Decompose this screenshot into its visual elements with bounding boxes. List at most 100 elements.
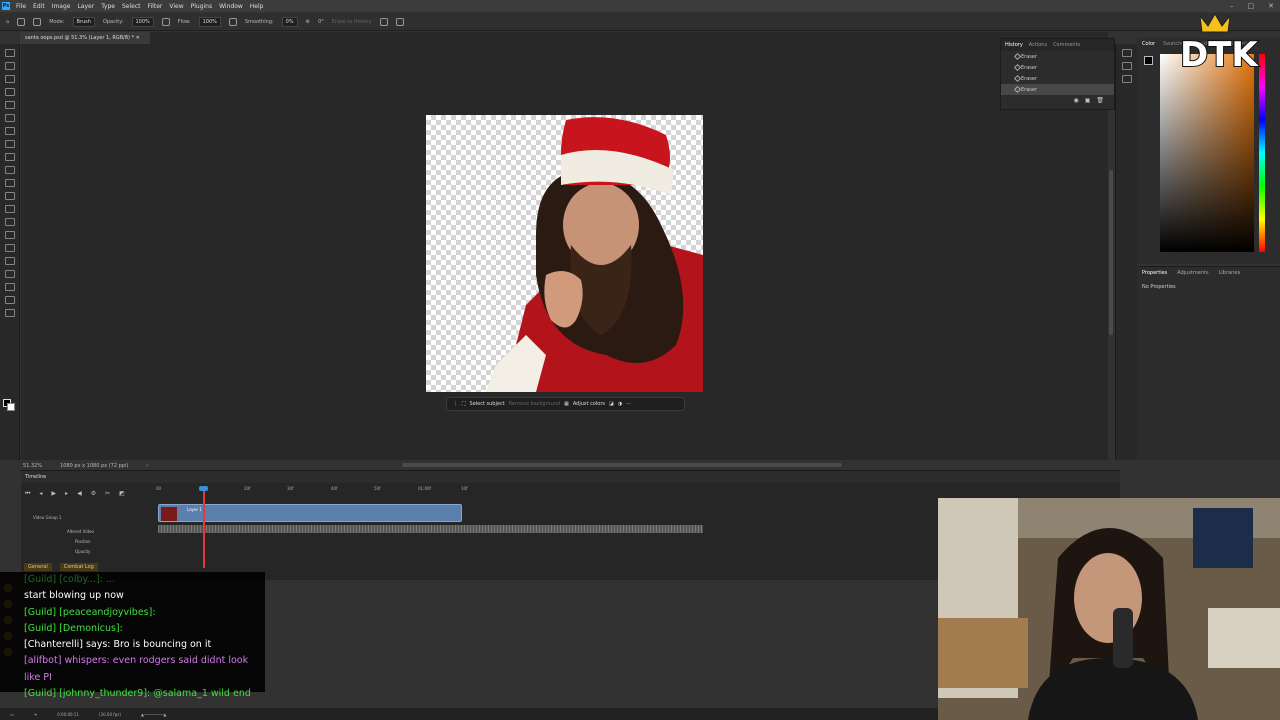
menu-window[interactable]: Window: [219, 3, 243, 10]
pen-tool-icon[interactable]: [4, 244, 15, 252]
menu-image[interactable]: Image: [52, 3, 71, 10]
tab-properties[interactable]: Properties: [1142, 270, 1167, 276]
zoom-slider[interactable]: ▲────────▲: [141, 712, 166, 717]
comments-panel-icon[interactable]: [1121, 75, 1132, 83]
vertical-scrollbar[interactable]: [1109, 170, 1113, 335]
tab-color[interactable]: Color: [1142, 41, 1155, 47]
tab-combat-log[interactable]: Combat Log: [59, 563, 98, 571]
menu-plugins[interactable]: Plugins: [191, 3, 213, 10]
history-item[interactable]: Eraser: [1001, 73, 1114, 84]
menu-view[interactable]: View: [169, 3, 183, 10]
brush-preset-icon[interactable]: [33, 17, 42, 26]
actions-panel-icon[interactable]: [1121, 62, 1132, 70]
document-tab[interactable]: santa oops.psd @ 51.3% (Layer 1, RGB/8) …: [20, 32, 150, 44]
gear-icon[interactable]: ⚙: [306, 19, 310, 25]
playhead-handle[interactable]: [199, 486, 208, 491]
video-group-label[interactable]: Video Group 1: [33, 515, 61, 520]
gradient-tool-icon[interactable]: [4, 205, 15, 213]
app-icon[interactable]: Ps: [0, 0, 12, 12]
more-icon[interactable]: ···: [626, 401, 631, 407]
split-icon[interactable]: ✂: [105, 490, 110, 498]
transition-icon[interactable]: ◩: [119, 490, 125, 498]
playhead[interactable]: [203, 488, 205, 568]
menu-file[interactable]: File: [16, 3, 26, 10]
menu-type[interactable]: Type: [101, 3, 115, 10]
history-panel-icon[interactable]: [1121, 49, 1132, 57]
close-tab-icon[interactable]: ✕: [136, 35, 140, 41]
render-icon[interactable]: ➜: [34, 712, 37, 717]
drag-handle-icon[interactable]: ⋮: [453, 401, 458, 407]
hand-tool-icon[interactable]: [4, 296, 15, 304]
healing-tool-icon[interactable]: [4, 140, 15, 148]
foreground-color-chip[interactable]: [1144, 56, 1153, 65]
position-row[interactable]: Position: [75, 539, 91, 544]
blur-tool-icon[interactable]: [4, 218, 15, 226]
stamp-tool-icon[interactable]: [4, 166, 15, 174]
type-tool-icon[interactable]: [4, 257, 15, 265]
background-color[interactable]: [7, 403, 15, 411]
angle-value[interactable]: 0°: [318, 19, 324, 25]
symmetry-icon[interactable]: [395, 17, 404, 26]
erase-to-history-checkbox[interactable]: Erase to History: [332, 19, 372, 25]
close-icon[interactable]: ✕: [1268, 2, 1274, 10]
pressure-opacity-icon[interactable]: [161, 17, 170, 26]
mask-icon[interactable]: ◑: [618, 401, 622, 407]
remove-background-button[interactable]: Remove background: [509, 401, 560, 407]
mode-select[interactable]: Brush: [72, 16, 95, 27]
maximize-icon[interactable]: □: [1248, 2, 1255, 10]
home-icon[interactable]: ⌂: [6, 19, 9, 25]
tab-actions[interactable]: Actions: [1029, 42, 1047, 48]
play-icon[interactable]: ▶: [51, 490, 56, 498]
path-select-icon[interactable]: [4, 270, 15, 278]
convert-frame-icon[interactable]: ▭: [10, 712, 14, 717]
minimize-icon[interactable]: –: [1230, 2, 1234, 10]
tab-general[interactable]: General: [24, 563, 52, 571]
status-arrow-icon[interactable]: ›: [146, 463, 148, 469]
zoom-tool-icon[interactable]: [4, 309, 15, 317]
adjustment-icon[interactable]: ◪: [609, 401, 614, 407]
eyedropper-tool-icon[interactable]: [4, 127, 15, 135]
move-tool-icon[interactable]: [4, 49, 15, 57]
frame-tool-icon[interactable]: [4, 114, 15, 122]
menu-layer[interactable]: Layer: [77, 3, 94, 10]
opacity-row[interactable]: Opacity: [75, 549, 90, 554]
audio-icon[interactable]: ◀: [77, 490, 82, 498]
select-subject-button[interactable]: Select subject: [470, 401, 505, 407]
audio-track[interactable]: [158, 525, 703, 533]
color-swatches[interactable]: [3, 399, 15, 411]
hue-slider[interactable]: [1259, 54, 1265, 252]
adjust-colors-button[interactable]: Adjust colors: [573, 401, 605, 407]
eraser-icon[interactable]: [4, 192, 15, 200]
zoom-level[interactable]: 51.32%: [23, 463, 42, 469]
menu-filter[interactable]: Filter: [148, 3, 163, 10]
trash-icon[interactable]: 🗑: [1096, 97, 1104, 104]
opacity-input[interactable]: 100%: [131, 16, 154, 27]
eraser-tool-icon[interactable]: [17, 17, 26, 26]
history-item[interactable]: Eraser: [1001, 62, 1114, 73]
flow-input[interactable]: 100%: [198, 16, 221, 27]
history-item[interactable]: Eraser: [1001, 51, 1114, 62]
settings-icon[interactable]: ⚙: [91, 490, 96, 498]
tab-history[interactable]: History: [1005, 42, 1023, 48]
lasso-tool-icon[interactable]: [4, 75, 15, 83]
crop-tool-icon[interactable]: [4, 101, 15, 109]
menu-help[interactable]: Help: [250, 3, 264, 10]
snapshot-icon[interactable]: ◉: [1073, 97, 1078, 104]
tab-comments[interactable]: Comments: [1053, 42, 1080, 48]
document-canvas[interactable]: [426, 115, 703, 392]
menu-select[interactable]: Select: [122, 3, 141, 10]
prev-frame-icon[interactable]: ◂: [39, 490, 42, 498]
airbrush-icon[interactable]: [228, 17, 237, 26]
tab-adjustments[interactable]: Adjustments: [1177, 270, 1208, 276]
altered-video-row[interactable]: Altered Video: [67, 529, 94, 534]
dodge-tool-icon[interactable]: [4, 231, 15, 239]
history-brush-icon[interactable]: [4, 179, 15, 187]
brush-tool-icon[interactable]: [4, 153, 15, 161]
first-frame-icon[interactable]: ⏮: [25, 490, 30, 498]
color-picker-field[interactable]: [1160, 54, 1254, 252]
shape-tool-icon[interactable]: [4, 283, 15, 291]
object-select-tool-icon[interactable]: [4, 88, 15, 96]
smoothing-input[interactable]: 0%: [281, 16, 298, 27]
menu-edit[interactable]: Edit: [33, 3, 45, 10]
pressure-size-icon[interactable]: [379, 17, 388, 26]
